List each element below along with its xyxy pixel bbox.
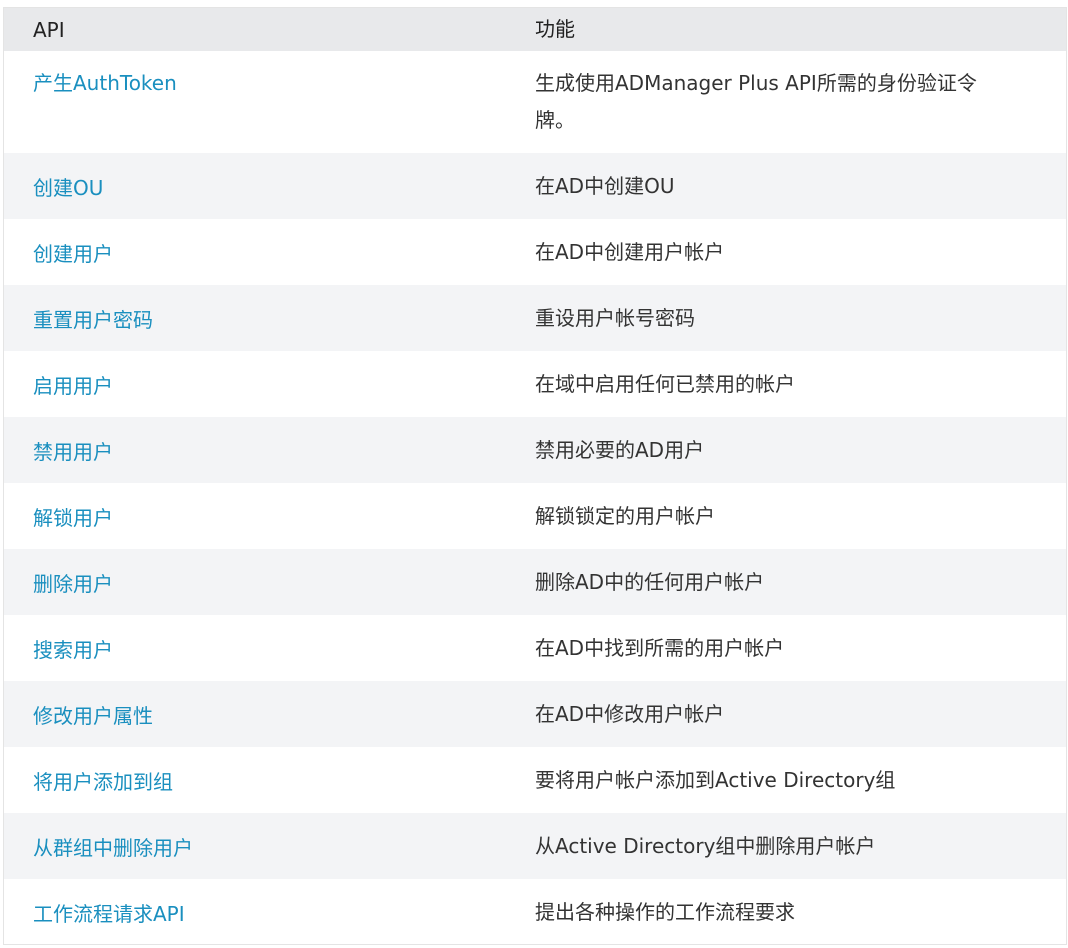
api-link-add-user-to-group[interactable]: 将用户添加到组 — [33, 770, 173, 794]
api-link-enable-user[interactable]: 启用用户 — [33, 374, 113, 398]
table-header-row: API 功能 — [4, 8, 1066, 51]
function-text: 在域中启用任何已禁用的帐户 — [535, 371, 795, 396]
function-text: 生成使用ADManager Plus API所需的身份验证令牌。 — [535, 71, 977, 132]
api-link-remove-user-from-group[interactable]: 从群组中删除用户 — [33, 836, 193, 860]
function-text: 提出各种操作的工作流程要求 — [535, 899, 795, 924]
function-text: 禁用必要的AD用户 — [535, 437, 705, 462]
function-text: 在AD中创建用户帐户 — [535, 239, 725, 264]
api-link-create-ou[interactable]: 创建OU — [33, 176, 103, 200]
table-row: 创建OU 在AD中创建OU — [4, 153, 1066, 219]
table-row: 产生AuthToken 生成使用ADManager Plus API所需的身份验… — [4, 51, 1066, 153]
table-row: 工作流程请求API 提出各种操作的工作流程要求 — [4, 879, 1066, 944]
table-row: 删除用户 删除AD中的任何用户帐户 — [4, 549, 1066, 615]
api-link-generate-authtoken[interactable]: 产生AuthToken — [33, 71, 177, 95]
header-api: API — [33, 17, 65, 42]
api-link-unlock-user[interactable]: 解锁用户 — [33, 506, 113, 530]
table-row: 启用用户 在域中启用任何已禁用的帐户 — [4, 351, 1066, 417]
function-text: 解锁锁定的用户帐户 — [535, 503, 715, 528]
table-row: 禁用用户 禁用必要的AD用户 — [4, 417, 1066, 483]
function-text: 在AD中创建OU — [535, 173, 675, 198]
function-text: 从Active Directory组中删除用户帐户 — [535, 833, 876, 858]
api-link-modify-user-attributes[interactable]: 修改用户属性 — [33, 704, 153, 728]
header-function: 功能 — [535, 17, 575, 41]
table-row: 创建用户 在AD中创建用户帐户 — [4, 219, 1066, 285]
api-link-workflow-request[interactable]: 工作流程请求API — [33, 902, 185, 926]
table-row: 将用户添加到组 要将用户帐户添加到Active Directory组 — [4, 747, 1066, 813]
table-row: 解锁用户 解锁锁定的用户帐户 — [4, 483, 1066, 549]
function-text: 删除AD中的任何用户帐户 — [535, 569, 765, 594]
api-link-disable-user[interactable]: 禁用用户 — [33, 440, 113, 464]
table-row: 从群组中删除用户 从Active Directory组中删除用户帐户 — [4, 813, 1066, 879]
function-text: 要将用户帐户添加到Active Directory组 — [535, 767, 896, 792]
api-link-delete-user[interactable]: 删除用户 — [33, 572, 113, 596]
api-link-search-user[interactable]: 搜索用户 — [33, 638, 113, 662]
function-text: 在AD中找到所需的用户帐户 — [535, 635, 785, 660]
table-row: 搜索用户 在AD中找到所需的用户帐户 — [4, 615, 1066, 681]
table-row: 重置用户密码 重设用户帐号密码 — [4, 285, 1066, 351]
function-text: 在AD中修改用户帐户 — [535, 701, 725, 726]
function-text: 重设用户帐号密码 — [535, 305, 695, 330]
api-table: API 功能 产生AuthToken 生成使用ADManager Plus AP… — [3, 7, 1067, 945]
api-link-reset-password[interactable]: 重置用户密码 — [33, 308, 153, 332]
table-row: 修改用户属性 在AD中修改用户帐户 — [4, 681, 1066, 747]
api-link-create-user[interactable]: 创建用户 — [33, 242, 113, 266]
